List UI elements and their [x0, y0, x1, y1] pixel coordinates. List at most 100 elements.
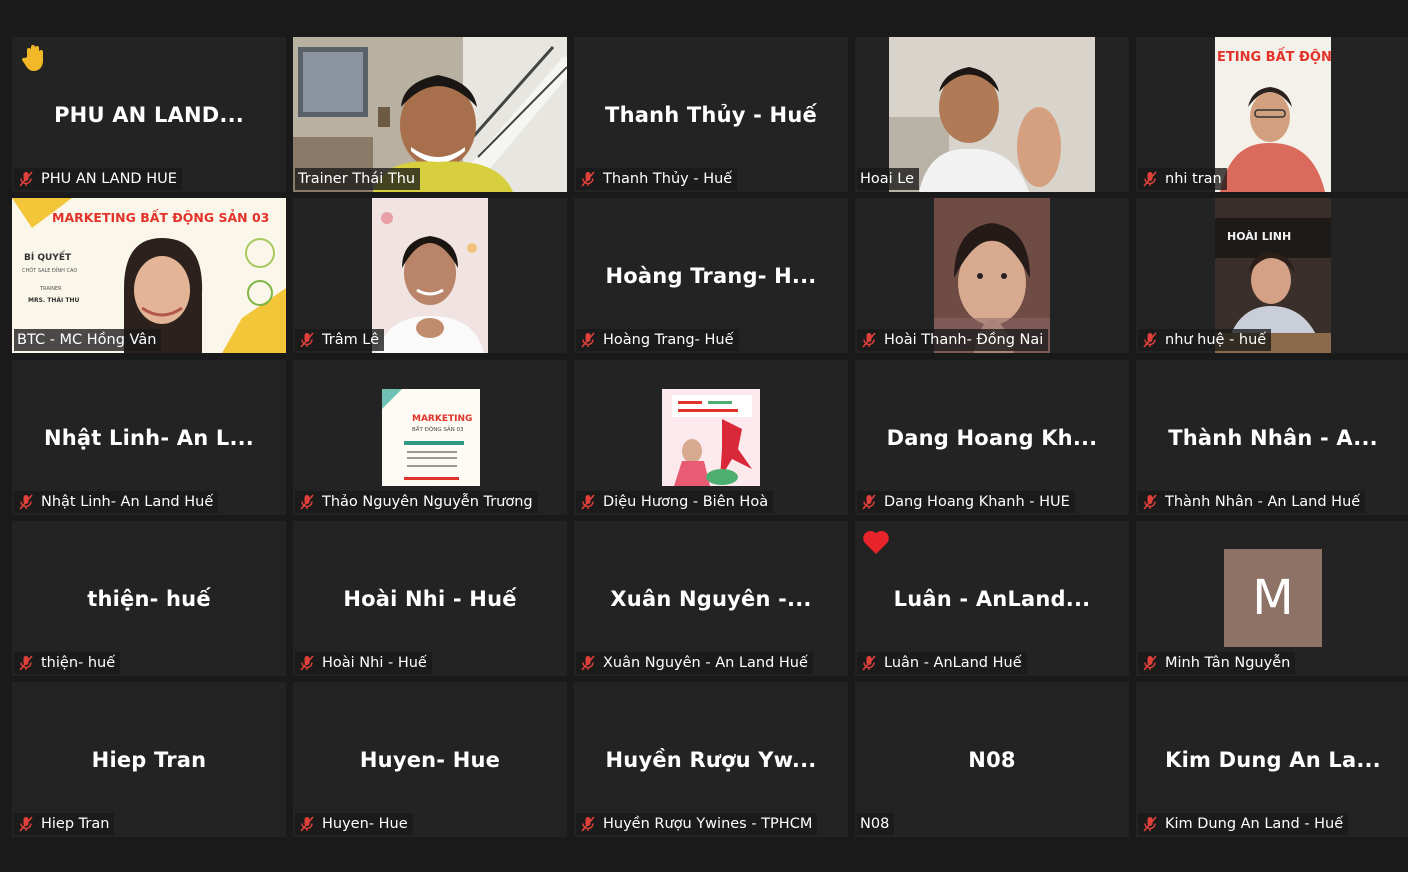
muted-mic-icon — [579, 493, 597, 511]
participant-name: Minh Tân Nguyễn — [1165, 655, 1291, 671]
participant-nameplate: Nhật Linh- An Land Huế — [14, 491, 219, 513]
participant-nameplate: Huyen- Hue — [295, 813, 413, 835]
participant-nameplate: Xuân Nguyên - An Land Huế — [576, 652, 813, 674]
participant-nameplate: Thảo Nguyên Nguyễn Trương — [295, 491, 538, 513]
participant-name: Luân - AnLand Huế — [884, 655, 1022, 671]
participant-name: Nhật Linh- An Land Huế — [41, 494, 214, 510]
participant-tile-btc-mc-hong-van[interactable]: MARKETING BẤT ĐỘNG SẢN 03 BÍ QUYẾT CHỐT … — [12, 198, 286, 353]
participant-tile-luan[interactable]: Luân - AnLand... Luân - AnLand Huế — [855, 521, 1129, 676]
participant-nameplate: PHU AN LAND HUE — [14, 168, 182, 190]
muted-mic-icon — [298, 493, 316, 511]
participant-nameplate: Thanh Thủy - Huế — [576, 168, 738, 190]
muted-mic-icon — [1141, 654, 1159, 672]
participant-name: Hoài Nhi - Huế — [322, 655, 427, 671]
participant-nameplate: N08 — [857, 813, 895, 835]
muted-mic-icon — [579, 654, 597, 672]
participant-nameplate: Kim Dung An Land - Huế — [1138, 813, 1349, 835]
participant-tile-thanh-thuy[interactable]: Thanh Thủy - Huế Thanh Thủy - Huế — [574, 37, 848, 192]
participant-nameplate: Trâm Lê — [295, 329, 385, 351]
participant-nameplate: Hiep Tran — [14, 813, 115, 835]
muted-mic-icon — [860, 493, 878, 511]
participant-display-name: Dang Hoang Kh... — [886, 425, 1098, 450]
muted-mic-icon — [1141, 170, 1159, 188]
participant-tile-xuan-nguyen[interactable]: Xuân Nguyên -... Xuân Nguyên - An Land H… — [574, 521, 848, 676]
participant-tile-hoang-trang[interactable]: Hoàng Trang- H... Hoàng Trang- Huế — [574, 198, 848, 353]
participant-name: Xuân Nguyên - An Land Huế — [603, 655, 808, 671]
poster-text: HOÀI LINH — [1227, 230, 1291, 243]
participant-display-name: PHU AN LAND... — [54, 102, 244, 127]
participant-video — [889, 37, 1095, 192]
participant-name: Kim Dung An Land - Huế — [1165, 816, 1344, 832]
poster-sub: BẤT ĐỘNG SẢN 03 — [412, 425, 464, 433]
participant-name: Thảo Nguyên Nguyễn Trương — [322, 494, 533, 510]
muted-mic-icon — [579, 815, 597, 833]
participant-display-name: Thành Nhân - A... — [1168, 425, 1378, 450]
participant-tile-hoai-thanh[interactable]: Hoài Thanh- Đồng Nai — [855, 198, 1129, 353]
participant-name: như huệ - huế — [1165, 332, 1267, 348]
muted-mic-icon — [298, 654, 316, 672]
participant-tile-nhu-hue[interactable]: HOÀI LINH như huệ - huế — [1136, 198, 1408, 353]
muted-mic-icon — [17, 815, 35, 833]
muted-mic-icon — [298, 815, 316, 833]
muted-mic-icon — [17, 493, 35, 511]
participant-tile-tram-le[interactable]: Trâm Lê — [293, 198, 567, 353]
participant-tile-huyen-hue[interactable]: Huyen- Hue Huyen- Hue — [293, 682, 567, 837]
participant-name: Trainer Thái Thu — [298, 171, 416, 187]
profile-picture: MARKETING BẤT ĐỘNG SẢN 03 — [382, 389, 480, 486]
participant-tile-thanh-nhan[interactable]: Thành Nhân - A... Thành Nhân - An Land H… — [1136, 360, 1408, 515]
participant-tile-nhat-linh[interactable]: Nhật Linh- An L... Nhật Linh- An Land Hu… — [12, 360, 286, 515]
participant-name: BTC - MC Hồng Vân — [17, 332, 157, 348]
participant-name: Huyen- Hue — [322, 816, 408, 832]
participant-name: PHU AN LAND HUE — [41, 171, 177, 187]
participant-display-name: Hoàng Trang- H... — [605, 263, 817, 288]
participant-tile-dang-hoang-khanh[interactable]: Dang Hoang Kh... Dang Hoang Khanh - HUE — [855, 360, 1129, 515]
participant-tile-nhi-tran[interactable]: ETING BẤT ĐỘNG S nhi tran — [1136, 37, 1408, 192]
participant-nameplate: Minh Tân Nguyễn — [1138, 652, 1296, 674]
muted-mic-icon — [17, 654, 35, 672]
participant-tile-minh-tan[interactable]: M Minh Tân Nguyễn — [1136, 521, 1408, 676]
participant-tile-thien-hue[interactable]: thiện- huế thiện- huế — [12, 521, 286, 676]
participant-name: Thanh Thủy - Huế — [603, 171, 733, 187]
participant-tile-hoai-le[interactable]: Hoai Le — [855, 37, 1129, 192]
muted-mic-icon — [579, 331, 597, 349]
participant-display-name: Kim Dung An La... — [1165, 747, 1381, 772]
participant-display-name: Luân - AnLand... — [893, 586, 1091, 611]
participant-tile-hoai-nhi[interactable]: Hoài Nhi - Huế Hoài Nhi - Huế — [293, 521, 567, 676]
participant-nameplate: Hoài Nhi - Huế — [295, 652, 432, 674]
participant-tile-thao-nguyen[interactable]: MARKETING BẤT ĐỘNG SẢN 03 Thảo Nguyên Ng… — [293, 360, 567, 515]
participant-name: Trâm Lê — [322, 332, 380, 348]
participant-name: Thành Nhân - An Land Huế — [1165, 494, 1361, 510]
poster-line: CHỐT SALE ĐỈNH CAO — [22, 266, 77, 274]
participant-display-name: Thanh Thủy - Huế — [605, 102, 817, 127]
participant-nameplate: Diệu Hương - Biên Hoà — [576, 491, 774, 513]
participant-nameplate: Thành Nhân - An Land Huế — [1138, 491, 1366, 513]
poster-text: MARKETING — [412, 414, 472, 424]
participant-display-name: Huyền Rượu Yw... — [605, 747, 817, 772]
participant-display-name: Huyen- Hue — [359, 747, 501, 772]
participant-display-name: Hiep Tran — [91, 747, 207, 772]
participant-nameplate: như huệ - huế — [1138, 329, 1272, 351]
participant-tile-kim-dung[interactable]: Kim Dung An La... Kim Dung An Land - Huế — [1136, 682, 1408, 837]
participant-tile-n08[interactable]: N08 N08 — [855, 682, 1129, 837]
participant-nameplate: Dang Hoang Khanh - HUE — [857, 491, 1075, 513]
participant-tile-trainer-thai-thu[interactable]: Trainer Thái Thu — [293, 37, 567, 192]
heart-icon — [861, 527, 891, 557]
participant-name: Dang Hoang Khanh - HUE — [884, 494, 1070, 510]
participant-display-name: Xuân Nguyên -... — [610, 586, 812, 611]
participant-nameplate: nhi tran — [1138, 168, 1227, 190]
participant-nameplate: Hoai Le — [857, 168, 920, 190]
participant-tile-dieu-huong[interactable]: Diệu Hương - Biên Hoà — [574, 360, 848, 515]
participant-tile-phu-an-land[interactable]: PHU AN LAND... PHU AN LAND HUE — [12, 37, 286, 192]
participant-video: ETING BẤT ĐỘNG S — [1215, 37, 1331, 192]
participant-nameplate: Hoàng Trang- Huế — [576, 329, 739, 351]
participant-display-name: N08 — [968, 747, 1016, 772]
participant-name: Hoàng Trang- Huế — [603, 332, 734, 348]
participant-nameplate: Trainer Thái Thu — [295, 168, 421, 190]
poster-line: TRAINER — [39, 286, 62, 292]
participant-tile-hiep-tran[interactable]: Hiep Tran Hiep Tran — [12, 682, 286, 837]
participant-tile-huyen-ruou[interactable]: Huyền Rượu Yw... Huyền Rượu Ywines - TPH… — [574, 682, 848, 837]
profile-picture — [662, 389, 760, 486]
muted-mic-icon — [298, 331, 316, 349]
participant-video — [372, 198, 488, 353]
raised-hand-icon — [18, 43, 48, 73]
